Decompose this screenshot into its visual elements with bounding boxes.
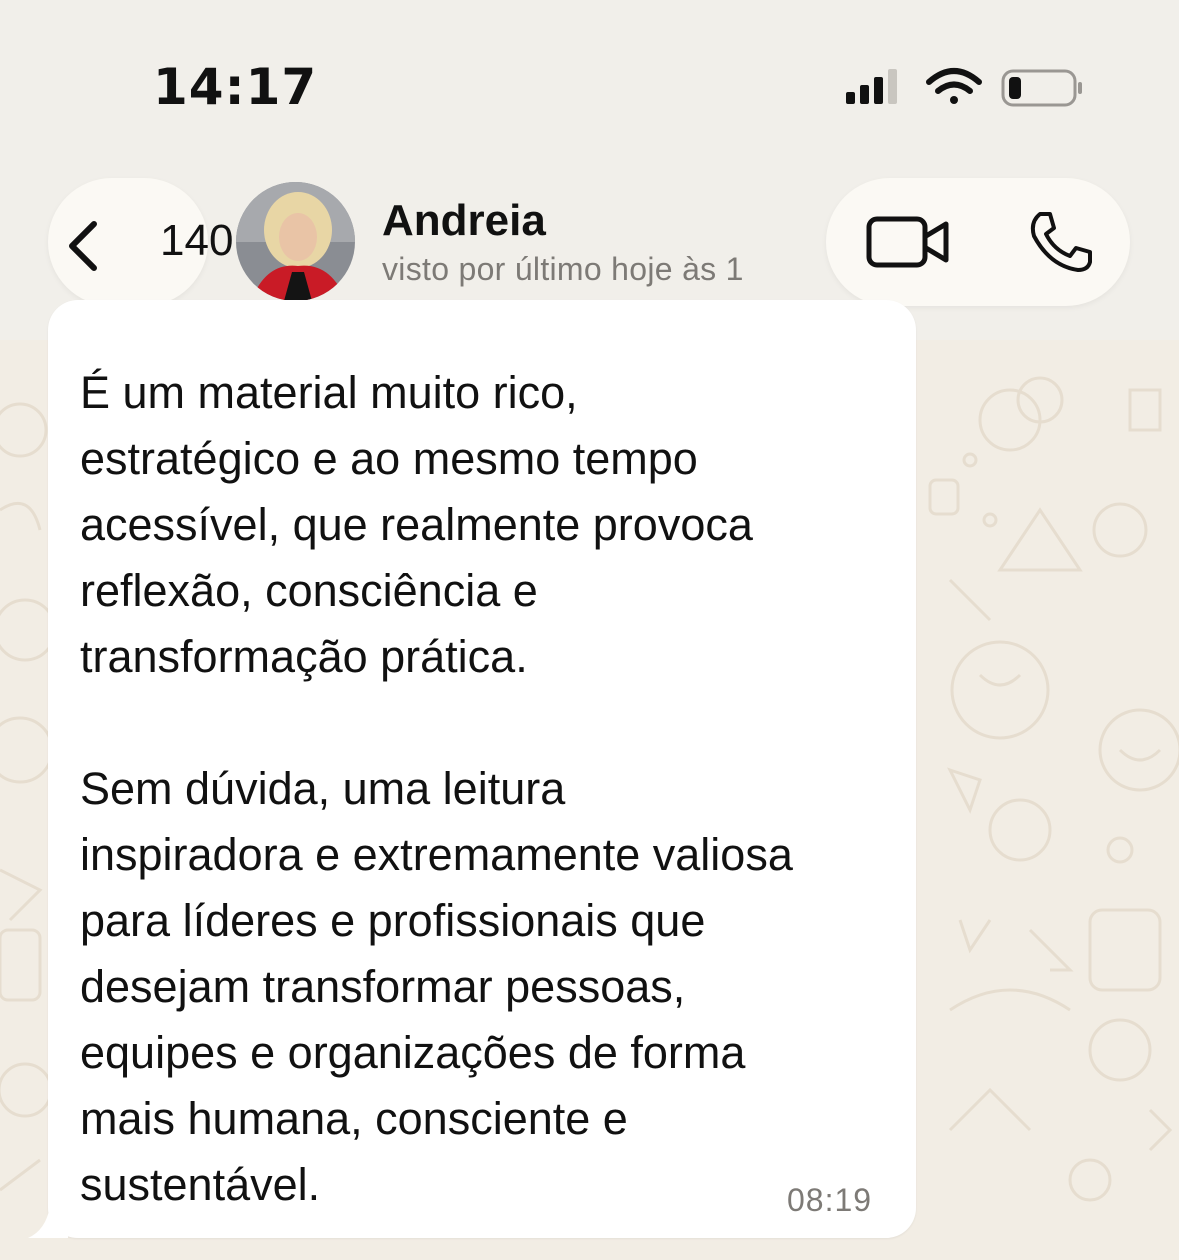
message-timestamp: 08:19	[787, 1182, 873, 1218]
video-camera-icon	[866, 216, 949, 268]
voice-call-button[interactable]	[1026, 210, 1094, 274]
call-actions	[826, 178, 1130, 306]
phone-icon	[1030, 212, 1092, 272]
status-time: 14:17	[153, 58, 318, 116]
unread-count: 140	[160, 216, 234, 265]
chevron-left-icon	[69, 221, 97, 271]
avatar[interactable]	[236, 182, 355, 301]
top-bar: 14:17 140 Andreia visto por último hoje …	[0, 0, 1179, 340]
message-text: É um material muito rico, estratégico e …	[80, 367, 793, 1210]
bubble-tail	[28, 1206, 68, 1238]
contact-name[interactable]: Andreia	[382, 196, 546, 246]
status-icons	[843, 66, 1083, 110]
back-button[interactable]: 140	[48, 178, 233, 306]
video-call-button[interactable]	[866, 214, 950, 270]
battery-low-icon	[1001, 69, 1082, 107]
cellular-signal-icon	[846, 69, 897, 104]
wifi-icon	[926, 68, 982, 104]
contact-status: visto por último hoje às 1	[382, 251, 744, 287]
